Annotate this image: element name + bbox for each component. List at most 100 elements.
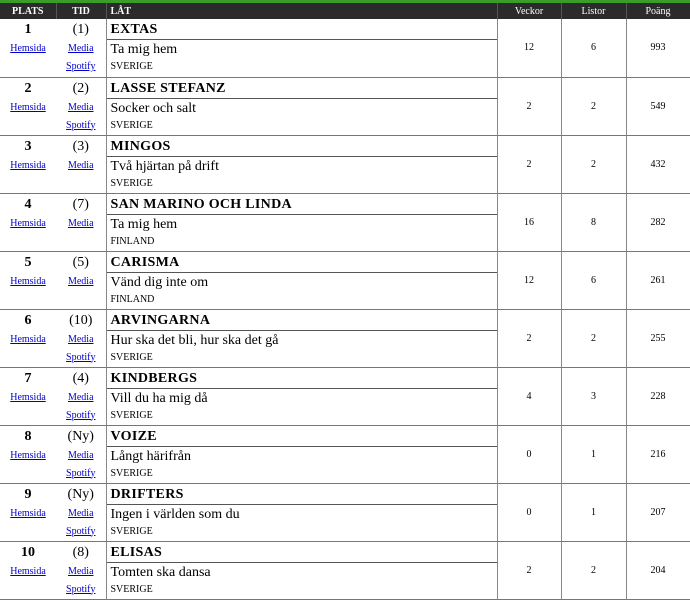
spotify-link[interactable]: Spotify (56, 407, 106, 425)
position-cell: 2 Hemsida (0, 77, 56, 136)
song-cell: ARVINGARNA Hur ska det bli, hur ska det … (105, 309, 498, 368)
previous-position: (1) (72, 22, 89, 37)
hemsida-link[interactable]: Hemsida (0, 157, 56, 175)
previous-cell: (4) Media Spotify (56, 367, 106, 426)
song-title: Tomten ska dansa (110, 564, 211, 580)
header-row: PLATS TID LÅT Veckor Listor Poäng (0, 3, 690, 19)
spotify-link[interactable]: Spotify (56, 117, 106, 135)
position-cell: 5 Hemsida (0, 251, 56, 310)
position-number: 3 (24, 138, 32, 154)
poang-value: 207 (626, 483, 690, 542)
song-title: Ingen i världen som du (110, 506, 240, 522)
header-lat: LÅT (106, 3, 498, 19)
veckor-value: 2 (497, 77, 562, 136)
media-link[interactable]: Media (56, 99, 106, 117)
country: SVERIGE (110, 351, 153, 363)
hemsida-link[interactable]: Hemsida (0, 389, 56, 407)
poang-value: 228 (626, 367, 690, 426)
listor-value: 1 (561, 425, 627, 484)
hemsida-link[interactable]: Hemsida (0, 99, 56, 117)
header-plats: PLATS (0, 3, 57, 19)
song-cell: KINDBERGS Vill du ha mig då SVERIGE (105, 367, 498, 426)
hemsida-link[interactable]: Hemsida (0, 273, 56, 291)
hemsida-link[interactable]: Hemsida (0, 215, 56, 233)
position-cell: 3 Hemsida (0, 135, 56, 194)
hemsida-link[interactable]: Hemsida (0, 331, 56, 349)
media-link[interactable]: Media (56, 447, 106, 465)
chart-table: PLATS TID LÅT Veckor Listor Poäng 1 Hems… (0, 3, 690, 600)
previous-cell: (2) Media Spotify (56, 77, 106, 136)
position-number: 7 (24, 370, 32, 386)
previous-cell: (Ny) Media Spotify (56, 425, 106, 484)
previous-cell: (10) Media Spotify (56, 309, 106, 368)
previous-position: (5) (72, 254, 89, 270)
media-link[interactable]: Media (56, 215, 106, 233)
previous-cell: (1) Media Spotify (56, 19, 106, 78)
position-number: 4 (24, 196, 32, 212)
spotify-link[interactable]: Spotify (56, 523, 106, 541)
veckor-value: 4 (497, 367, 562, 426)
position-cell: 7 Hemsida (0, 367, 56, 426)
previous-cell: (5) Media (56, 251, 106, 310)
previous-position: (3) (72, 138, 89, 154)
artist-name: EXTAS (106, 20, 497, 40)
spotify-link[interactable]: Spotify (56, 465, 106, 483)
table-row: 10 Hemsida (8) Media Spotify ELISAS Tomt… (0, 541, 690, 600)
media-link[interactable]: Media (56, 273, 106, 291)
poang-value: 261 (626, 251, 690, 310)
previous-position: (Ny) (67, 428, 94, 444)
position-cell: 8 Hemsida (0, 425, 56, 484)
hemsida-link[interactable]: Hemsida (0, 505, 56, 523)
listor-value: 2 (561, 77, 627, 136)
artist-name: DRIFTERS (106, 485, 497, 505)
song-title: Socker och salt (110, 100, 197, 116)
hemsida-link[interactable]: Hemsida (0, 563, 56, 581)
artist-name: SAN MARINO OCH LINDA (106, 195, 497, 215)
song-cell: SAN MARINO OCH LINDA Ta mig hem FINLAND (105, 193, 498, 252)
veckor-value: 12 (497, 19, 562, 78)
media-link[interactable]: Media (56, 563, 106, 581)
veckor-value: 2 (497, 541, 562, 600)
song-cell: LASSE STEFANZ Socker och salt SVERIGE (105, 77, 498, 136)
veckor-value: 2 (497, 135, 562, 194)
media-link[interactable]: Media (56, 331, 106, 349)
table-row: 4 Hemsida (7) Media SAN MARINO OCH LINDA… (0, 193, 690, 252)
media-link[interactable]: Media (56, 505, 106, 523)
media-link[interactable]: Media (56, 389, 106, 407)
song-cell: MINGOS Två hjärtan på drift SVERIGE (105, 135, 498, 194)
spotify-link[interactable]: Spotify (56, 581, 106, 599)
listor-value: 1 (561, 483, 627, 542)
media-link[interactable]: Media (56, 157, 106, 175)
artist-name: VOIZE (106, 427, 497, 447)
previous-cell: (8) Media Spotify (56, 541, 106, 600)
poang-value: 204 (626, 541, 690, 600)
position-cell: 6 Hemsida (0, 309, 56, 368)
table-row: 9 Hemsida (Ny) Media Spotify DRIFTERS In… (0, 483, 690, 542)
artist-name: CARISMA (106, 253, 497, 273)
spotify-link[interactable]: Spotify (56, 58, 106, 76)
song-cell: EXTAS Ta mig hem SVERIGE (105, 19, 498, 78)
country: SVERIGE (110, 583, 153, 595)
header-listor: Listor (561, 3, 627, 19)
previous-cell: (Ny) Media Spotify (56, 483, 106, 542)
table-row: 7 Hemsida (4) Media Spotify KINDBERGS Vi… (0, 367, 690, 426)
song-title: Hur ska det bli, hur ska det gå (110, 332, 279, 348)
listor-value: 6 (561, 251, 627, 310)
song-title: Långt härifrån (110, 448, 191, 464)
veckor-value: 12 (497, 251, 562, 310)
hemsida-link[interactable]: Hemsida (0, 447, 56, 465)
spotify-link[interactable]: Spotify (56, 349, 106, 367)
country: FINLAND (110, 293, 155, 305)
poang-value: 432 (626, 135, 690, 194)
position-number: 10 (21, 544, 35, 560)
position-number: 1 (24, 22, 32, 37)
position-cell: 1 Hemsida (0, 19, 56, 78)
table-row: 1 Hemsida (1) Media Spotify EXTAS Ta mig… (0, 19, 690, 78)
listor-value: 2 (561, 309, 627, 368)
header-poang: Poäng (626, 3, 690, 19)
hemsida-link[interactable]: Hemsida (0, 40, 56, 58)
media-link[interactable]: Media (56, 40, 106, 58)
country: SVERIGE (110, 467, 153, 479)
table-row: 5 Hemsida (5) Media CARISMA Vänd dig int… (0, 251, 690, 310)
country: SVERIGE (110, 61, 153, 72)
